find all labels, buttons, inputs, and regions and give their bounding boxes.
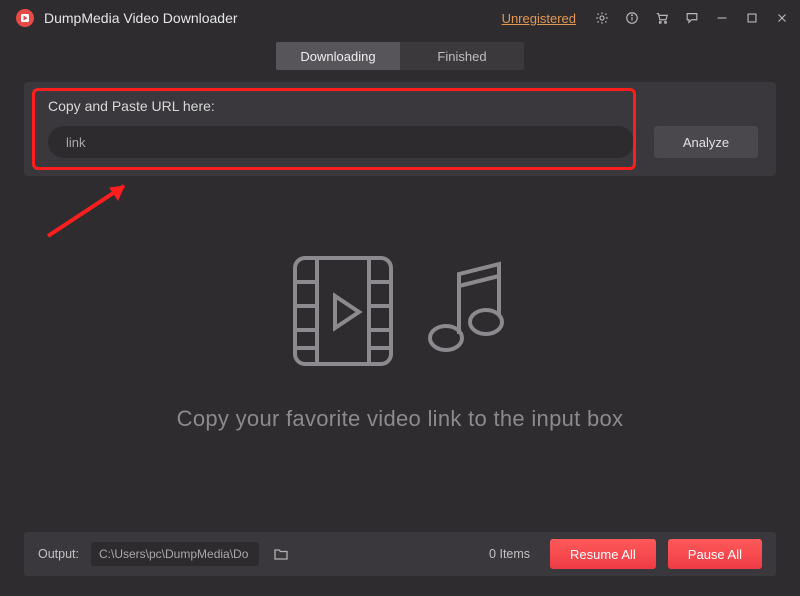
info-icon[interactable] (624, 10, 640, 26)
items-count: 0 Items (489, 547, 530, 561)
analyze-button[interactable]: Analyze (654, 126, 758, 158)
url-label: Copy and Paste URL here: (42, 98, 758, 114)
tab-finished[interactable]: Finished (400, 42, 524, 70)
music-note-icon (419, 256, 511, 366)
maximize-icon[interactable] (744, 10, 760, 26)
pause-all-button[interactable]: Pause All (668, 539, 762, 569)
feedback-icon[interactable] (684, 10, 700, 26)
cart-icon[interactable] (654, 10, 670, 26)
empty-state-hint: Copy your favorite video link to the inp… (177, 406, 624, 432)
url-panel: Copy and Paste URL here: Analyze (24, 82, 776, 176)
unregistered-link[interactable]: Unregistered (502, 11, 576, 26)
close-icon[interactable] (774, 10, 790, 26)
arrow-annotation-icon (38, 176, 148, 246)
tab-downloading[interactable]: Downloading (276, 42, 400, 70)
url-input[interactable] (48, 126, 634, 158)
browse-folder-icon[interactable] (271, 544, 291, 564)
output-path: C:\Users\pc\DumpMedia\Do (91, 542, 259, 566)
resume-all-button[interactable]: Resume All (550, 539, 656, 569)
titlebar: DumpMedia Video Downloader Unregistered (0, 0, 800, 36)
app-title: DumpMedia Video Downloader (44, 10, 238, 26)
settings-icon[interactable] (594, 10, 610, 26)
app-logo-icon (16, 9, 34, 27)
empty-state: Copy your favorite video link to the inp… (0, 252, 800, 432)
bottom-bar: Output: C:\Users\pc\DumpMedia\Do 0 Items… (24, 532, 776, 576)
tabbar: Downloading Finished (0, 36, 800, 82)
output-label: Output: (38, 547, 79, 561)
film-icon (289, 252, 397, 370)
minimize-icon[interactable] (714, 10, 730, 26)
